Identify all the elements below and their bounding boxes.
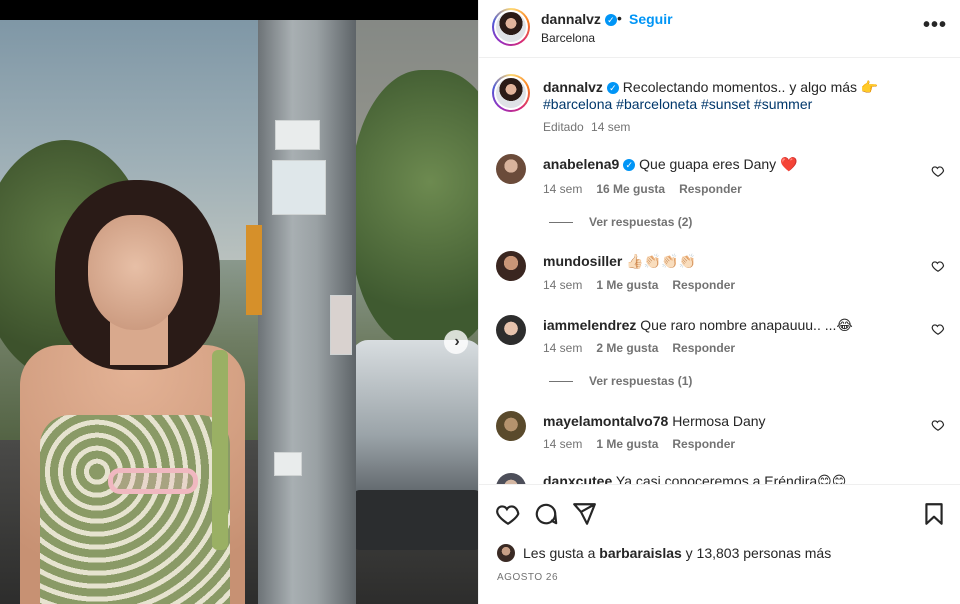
comment-likes[interactable]: 1 Me gusta — [596, 437, 658, 451]
post-panel: dannalvz ✓ • Seguir Barcelona ••• dannalv… — [478, 0, 960, 604]
caption-meta: Editado 14 sem — [543, 120, 630, 134]
verified-icon: ✓ — [623, 159, 636, 172]
reply-button[interactable]: Responder — [672, 278, 735, 292]
comment-username[interactable]: danxcutee — [543, 473, 612, 484]
commenter-avatar[interactable] — [496, 251, 526, 281]
verified-icon: ✓ — [604, 14, 617, 27]
sticker — [275, 120, 320, 150]
comments-section[interactable]: dannalvz ✓ Recolectando momentos.. y algo… — [479, 59, 960, 484]
post-date: AGOSTO 26 — [497, 572, 559, 583]
location-link[interactable]: Barcelona — [541, 31, 595, 45]
author-username[interactable]: dannalvz ✓ — [541, 11, 617, 27]
top-bar — [0, 0, 480, 20]
sunglasses — [108, 468, 198, 494]
caption-avatar[interactable] — [492, 74, 530, 112]
chevron-right-icon: › — [454, 333, 460, 350]
likes-prefix: Les gusta a — [523, 545, 596, 561]
comment-body: Que raro nombre anapauuu.. ...😂 — [640, 317, 853, 333]
comment-text: mundosiller 👍🏻👏🏻👏🏻👏🏻 — [543, 253, 696, 270]
comment-likes[interactable]: 2 Me gusta — [596, 341, 658, 355]
comment-icon[interactable] — [533, 501, 559, 527]
heart-icon[interactable] — [931, 259, 945, 273]
orange-sign — [246, 225, 262, 315]
commenter-avatar[interactable] — [496, 315, 526, 345]
comment-username[interactable]: mundosiller — [543, 253, 622, 269]
author-avatar[interactable] — [492, 8, 530, 46]
comment-body: Ya casi conoceremos a Eréndira😊😊 — [615, 473, 847, 484]
comment-time: 14 sem — [543, 278, 583, 292]
view-replies-button[interactable]: Ver respuestas (1) — [549, 374, 692, 388]
caption-hashtags[interactable]: #barcelona #barceloneta #sunset #summer — [543, 96, 812, 112]
comment-meta: 14 sem 2 Me gusta Responder — [543, 341, 735, 355]
save-icon[interactable] — [921, 501, 947, 527]
share-icon[interactable] — [571, 501, 597, 527]
comment-body: Que guapa eres Dany ❤️ — [639, 156, 798, 172]
woman-dress — [40, 415, 230, 604]
reply-button[interactable]: Responder — [672, 341, 735, 355]
heart-icon[interactable] — [931, 164, 945, 178]
car — [352, 340, 478, 500]
comment-likes[interactable]: 1 Me gusta — [596, 278, 658, 292]
comment-text: danxcutee Ya casi conoceremos a Eréndira… — [543, 473, 846, 484]
tree-right — [350, 70, 478, 350]
separator-dot: • — [617, 10, 622, 26]
commenter-avatar[interactable] — [496, 154, 526, 184]
follow-button[interactable]: Seguir — [629, 11, 673, 27]
likes-summary[interactable]: Les gusta a barbaraislas y 13,803 person… — [497, 544, 831, 562]
liker-avatar — [497, 544, 515, 562]
comment-time: 14 sem — [543, 182, 583, 196]
caption-body: Recolectando momentos.. y algo más 👉 — [622, 79, 879, 95]
likes-suffix[interactable]: y 13,803 personas más — [686, 545, 832, 561]
edited-label: Editado — [543, 120, 584, 134]
comment-time: 14 sem — [543, 437, 583, 451]
comment-body: 👍🏻👏🏻👏🏻👏🏻 — [626, 253, 696, 269]
comment-username[interactable]: anabelena9 — [543, 156, 619, 172]
comment-likes[interactable]: 16 Me gusta — [596, 182, 665, 196]
like-icon[interactable] — [495, 501, 521, 527]
comment-text: iammelendrez Que raro nombre anapauuu.. … — [543, 317, 853, 334]
sticker — [274, 452, 302, 476]
view-replies-button[interactable]: Ver respuestas (2) — [549, 215, 692, 229]
car-bottom — [352, 490, 478, 550]
comment-username[interactable]: iammelendrez — [543, 317, 636, 333]
comment-meta: 14 sem 16 Me gusta Responder — [543, 182, 742, 196]
bag-strap — [212, 350, 228, 550]
comment-body: Hermosa Dany — [672, 413, 766, 429]
heart-icon[interactable] — [931, 418, 945, 432]
caption-text: dannalvz ✓ Recolectando momentos.. y algo… — [543, 79, 933, 96]
sticker — [272, 160, 326, 215]
comment-username[interactable]: mayelamontalvo78 — [543, 413, 668, 429]
sticker — [330, 295, 352, 355]
comment-time: 14 sem — [543, 341, 583, 355]
verified-icon: ✓ — [606, 82, 619, 95]
comment-meta: 14 sem 1 Me gusta Responder — [543, 278, 735, 292]
reply-button[interactable]: Responder — [672, 437, 735, 451]
heart-icon[interactable] — [931, 322, 945, 336]
comment-meta: 14 sem 1 Me gusta Responder — [543, 437, 735, 451]
reply-button[interactable]: Responder — [679, 182, 742, 196]
carousel-next-button[interactable]: › — [444, 330, 468, 354]
more-icon[interactable]: ••• — [923, 14, 947, 37]
post-image[interactable]: › — [0, 20, 478, 604]
commenter-avatar[interactable] — [496, 411, 526, 441]
woman-face — [88, 215, 183, 330]
comment-text: mayelamontalvo78 Hermosa Dany — [543, 413, 766, 429]
liker-username[interactable]: barbaraislas — [599, 545, 682, 561]
caption-time: 14 sem — [591, 120, 631, 134]
commenter-avatar[interactable] — [496, 473, 526, 484]
caption-username[interactable]: dannalvz — [543, 79, 603, 95]
comment-text: anabelena9 ✓ Que guapa eres Dany ❤️ — [543, 156, 797, 173]
post-header: dannalvz ✓ • Seguir Barcelona ••• — [479, 0, 960, 58]
post-actions: Les gusta a barbaraislas y 13,803 person… — [479, 484, 960, 604]
